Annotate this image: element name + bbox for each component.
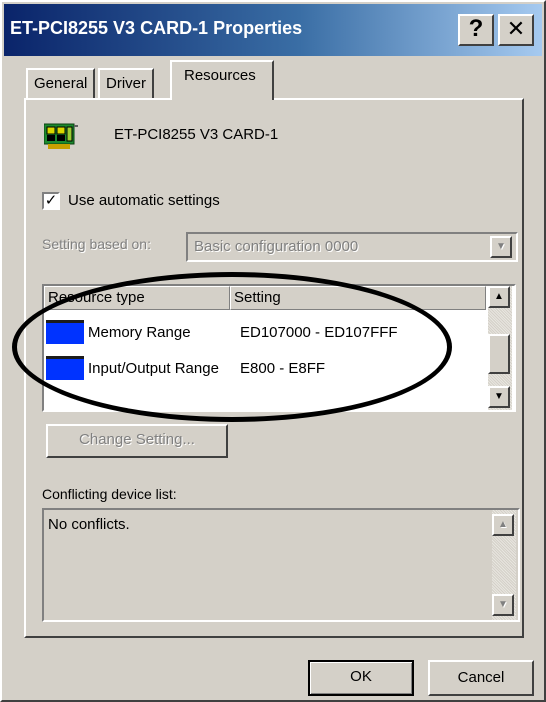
setting-based-on-select[interactable]: Basic configuration 0000 ▼ (186, 232, 518, 262)
chevron-down-icon: ▼ (494, 391, 504, 402)
resource-list[interactable]: Resource type Setting Memory Range ED107… (42, 284, 516, 412)
change-setting-label: Change Setting... (79, 431, 195, 448)
scroll-up-button[interactable]: ▲ (488, 286, 510, 308)
tab-resources-label: Resources (184, 67, 256, 84)
io-range-icon (46, 356, 84, 380)
auto-settings-checkbox[interactable]: ✓ (42, 192, 60, 210)
help-icon: ? (468, 15, 484, 42)
device-name: ET-PCI8255 V3 CARD-1 (114, 126, 279, 143)
conflicts-scroll-down-button[interactable]: ▼ (492, 594, 514, 616)
close-icon: ✕ (506, 16, 526, 41)
scroll-down-button[interactable]: ▼ (488, 386, 510, 408)
auto-settings-label[interactable]: Use automatic settings (68, 192, 220, 209)
setting-cell: ED107000 - ED107FFF (240, 324, 398, 341)
pci-card-icon (44, 123, 78, 149)
resource-type-cell: Input/Output Range (88, 360, 219, 377)
setting-based-on-label: Setting based on: (42, 236, 151, 252)
change-setting-button[interactable]: Change Setting... (46, 424, 228, 458)
tab-general[interactable]: General (26, 68, 96, 100)
tab-strip: General Driver Resources (2, 56, 542, 100)
title-bar[interactable]: ET-PCI8255 V3 CARD-1 Properties ? ✕ (4, 4, 542, 56)
cancel-button[interactable]: Cancel (428, 660, 534, 696)
window-title: ET-PCI8255 V3 CARD-1 Properties (10, 18, 303, 38)
column-header-label: Resource type (48, 289, 145, 306)
conflicts-text: No conflicts. (48, 516, 130, 533)
conflicting-device-list[interactable]: No conflicts. ▲ ▼ (42, 508, 520, 622)
table-row[interactable]: Input/Output Range E800 - E8FF (44, 352, 486, 386)
setting-based-on-value: Basic configuration 0000 (194, 238, 359, 255)
chevron-down-icon: ▼ (498, 599, 508, 610)
column-header-setting[interactable]: Setting (230, 286, 486, 310)
tab-driver[interactable]: Driver (98, 68, 154, 100)
column-header-label: Setting (234, 289, 281, 306)
tab-general-label: General (34, 75, 88, 92)
help-button[interactable]: ? (458, 14, 494, 46)
chevron-up-icon: ▲ (494, 291, 504, 302)
tab-driver-label: Driver (106, 75, 146, 92)
cancel-label: Cancel (457, 669, 505, 686)
conflicting-device-list-label: Conflicting device list: (42, 486, 177, 502)
column-header-resource-type[interactable]: Resource type (44, 286, 230, 310)
chevron-up-icon: ▲ (498, 519, 508, 530)
properties-dialog: ET-PCI8255 V3 CARD-1 Properties ? ✕ Gene… (0, 0, 546, 702)
close-button[interactable]: ✕ (498, 14, 534, 46)
chevron-down-icon: ▼ (496, 241, 506, 252)
scroll-thumb[interactable] (488, 334, 510, 374)
ok-button[interactable]: OK (308, 660, 414, 696)
tab-resources[interactable]: Resources (170, 60, 274, 100)
setting-cell: E800 - E8FF (240, 360, 326, 377)
dropdown-arrow-button[interactable]: ▼ (490, 236, 512, 258)
resource-type-cell: Memory Range (88, 324, 191, 341)
conflicts-scroll-up-button[interactable]: ▲ (492, 514, 514, 536)
table-row[interactable]: Memory Range ED107000 - ED107FFF (44, 316, 486, 350)
memory-range-icon (46, 320, 84, 344)
ok-label: OK (350, 668, 372, 685)
checkmark-icon: ✓ (44, 192, 58, 209)
